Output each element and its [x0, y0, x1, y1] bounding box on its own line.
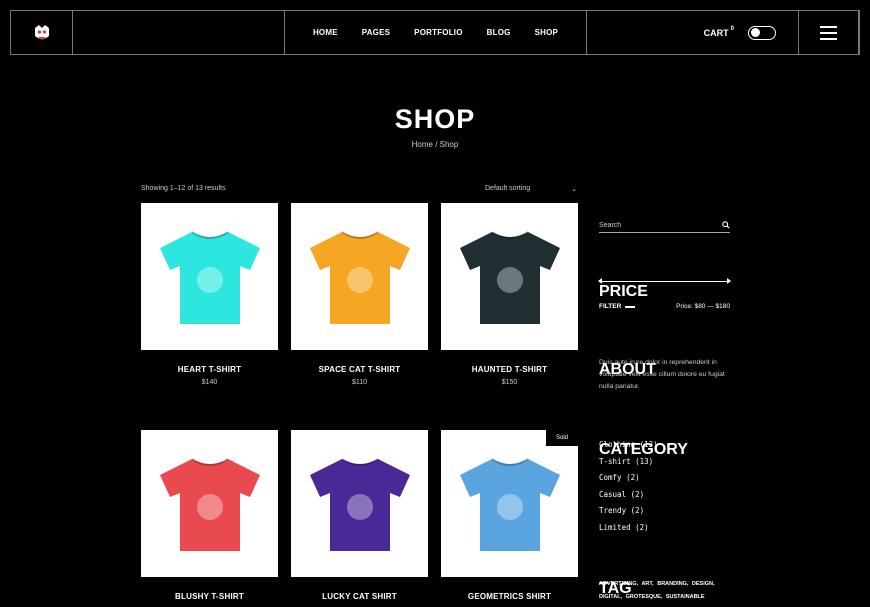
main-nav: HOME PAGES PORTFOLIO BLOG SHOP [285, 11, 587, 54]
nav-blog[interactable]: BLOG [475, 28, 523, 37]
product-name[interactable]: HEART T-SHIRT [141, 365, 278, 374]
tshirt-icon [459, 457, 560, 551]
search-icon[interactable] [722, 221, 730, 229]
tag-item[interactable]: GROTESQUE, [626, 594, 663, 600]
tshirt-icon [309, 230, 410, 324]
menu-cell [799, 11, 859, 54]
search-input[interactable]: Search [599, 222, 621, 229]
logo-icon[interactable] [31, 22, 53, 44]
cart-link[interactable]: CART 0 [703, 25, 734, 38]
tshirt-icon [459, 230, 560, 324]
tag-item[interactable]: ART, [641, 581, 653, 587]
price-slider[interactable] [598, 278, 731, 284]
theme-toggle[interactable] [748, 25, 776, 40]
price-filter: FILTER Price: $80 — $180 [599, 303, 730, 310]
filter-label: FILTER [599, 303, 622, 310]
product-card[interactable]: Sold GEOMETRICS SHIRT [441, 430, 578, 606]
product-card[interactable]: LUCKY CAT SHIRT [291, 430, 428, 606]
tag-item[interactable]: SUSTAINABLE [666, 594, 705, 600]
filter-button[interactable]: FILTER [599, 303, 636, 310]
tshirt-icon [159, 230, 260, 324]
product-card[interactable]: SPACE CAT T-SHIRT $110 [291, 203, 428, 386]
product-card[interactable]: HEART T-SHIRT $140 [141, 203, 278, 386]
product-name[interactable]: BLUSHY T-SHIRT [141, 592, 278, 601]
product-image[interactable]: Sold [441, 430, 578, 577]
tshirt-icon [309, 457, 410, 551]
product-name[interactable]: SPACE CAT T-SHIRT [291, 365, 428, 374]
cart-cell: CART 0 [587, 11, 799, 54]
breadcrumb[interactable]: Home / Shop [0, 140, 870, 149]
nav-pages[interactable]: PAGES [350, 28, 402, 37]
product-image[interactable] [141, 203, 278, 350]
chevron-down-icon: ⌄ [571, 186, 577, 193]
product-name[interactable]: GEOMETRICS SHIRT [441, 592, 578, 601]
product-card[interactable]: BLUSHY T-SHIRT [141, 430, 278, 606]
tag-item[interactable]: DIGITAL, [599, 594, 622, 600]
tag-item[interactable]: ADVERTISING, [599, 581, 638, 587]
category-item[interactable]: Casual (2) [599, 487, 730, 504]
toggle-knob [751, 28, 760, 37]
category-list: Clothing (13) T-shirt (13) Comfy (2) Cas… [599, 437, 730, 536]
category-item[interactable]: Clothing (13) [599, 437, 730, 454]
nav-shop[interactable]: SHOP [523, 28, 570, 37]
logo-cell [11, 11, 73, 54]
nav-home[interactable]: HOME [301, 28, 350, 37]
nav-portfolio[interactable]: PORTFOLIO [402, 28, 474, 37]
product-price: $110 [351, 379, 368, 386]
category-item[interactable]: T-shirt (13) [599, 454, 730, 471]
product-name[interactable]: HAUNTED T-SHIRT [441, 365, 578, 374]
site-header: HOME PAGES PORTFOLIO BLOG SHOP CART 0 [10, 10, 860, 55]
product-image[interactable] [291, 430, 428, 577]
price-heading: PRICE [599, 283, 648, 301]
header-spacer [73, 11, 285, 54]
category-item[interactable]: Trendy (2) [599, 503, 730, 520]
page-title: SHOP [394, 104, 476, 134]
product-name[interactable]: LUCKY CAT SHIRT [291, 592, 428, 601]
tag-item[interactable]: BRANDING, [657, 581, 688, 587]
sold-badge: Sold [545, 430, 578, 446]
results-count: Showing 1–12 of 13 results [141, 185, 226, 192]
tag-list: ADVERTISING, ART, BRANDING, DESIGN, DIGI… [599, 578, 730, 604]
search-field[interactable]: Search [599, 218, 730, 233]
sort-select[interactable]: Default sorting ⌄ [485, 185, 577, 193]
cart-label: CART [703, 27, 729, 38]
price-range: Price: $80 — $180 [676, 303, 730, 310]
hamburger-menu-icon[interactable] [820, 22, 837, 44]
category-item[interactable]: Limited (2) [599, 520, 730, 537]
cart-count: 0 [730, 25, 734, 32]
about-text: Duis aute irure dolor in reprehenderit i… [599, 359, 725, 390]
tag-item[interactable]: DESIGN, [692, 581, 715, 587]
product-price: $150 [501, 379, 518, 386]
category-item[interactable]: Comfy (2) [599, 470, 730, 487]
product-image[interactable] [291, 203, 428, 350]
product-image[interactable] [141, 430, 278, 577]
sort-label: Default sorting [485, 185, 531, 192]
product-image[interactable] [441, 203, 578, 350]
tshirt-icon [159, 457, 260, 551]
product-card[interactable]: HAUNTED T-SHIRT $150 [441, 203, 578, 386]
product-price: $140 [201, 379, 218, 386]
